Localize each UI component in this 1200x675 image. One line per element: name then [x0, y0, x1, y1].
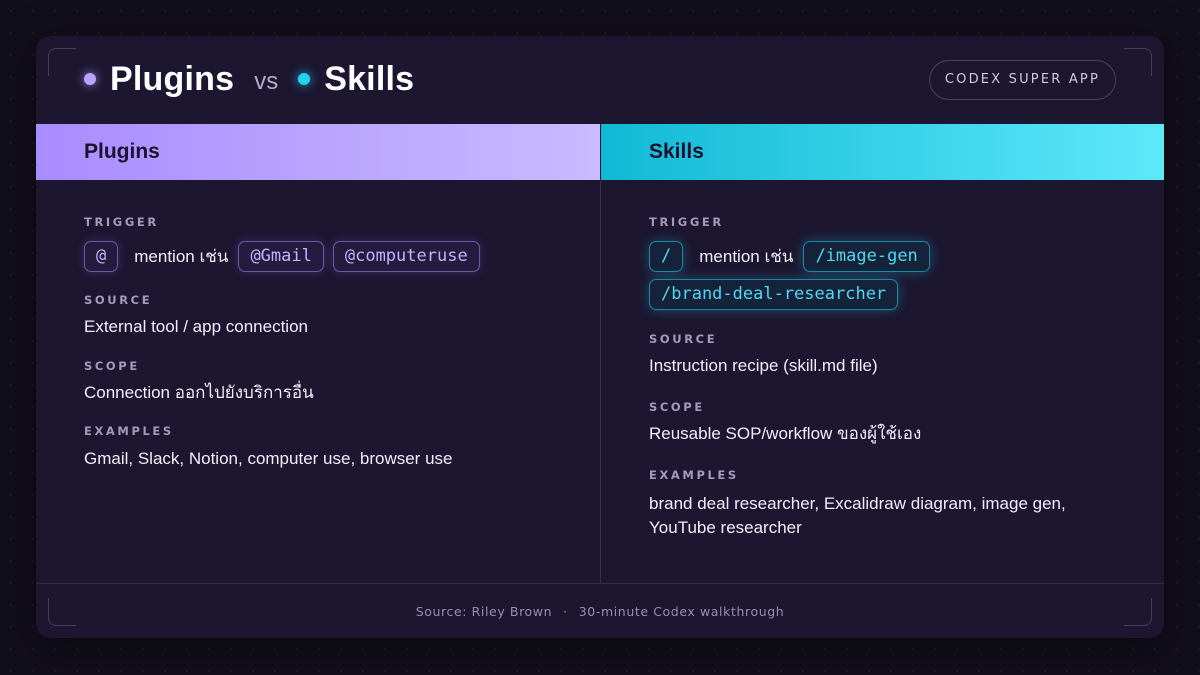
plugins-example-chip-gmail: @Gmail — [238, 241, 324, 272]
skills-dot-icon — [298, 73, 311, 85]
skills-column: TRIGGER / mention เช่น /image-gen /brand… — [649, 180, 1129, 540]
skills-trigger-label: TRIGGER — [649, 215, 724, 229]
codex-super-app-badge: CODEX SUPER APP — [928, 60, 1116, 100]
skills-trigger-text: mention เช่น — [699, 247, 794, 266]
plugins-trigger-text: mention เช่น — [134, 247, 229, 266]
skills-example-chip-brand-deal-researcher: /brand-deal-researcher — [649, 279, 899, 310]
plugins-column: TRIGGER @ mention เช่น @Gmail @computeru… — [84, 180, 584, 471]
skills-scope-label: SCOPE — [649, 400, 705, 414]
plugins-examples-value: Gmail, Slack, Notion, computer use, brow… — [84, 449, 453, 468]
skills-trigger-row: / mention เช่น /image-gen /brand-deal-re… — [649, 241, 979, 310]
comparison-card: Plugins vs Skills CODEX SUPER APP Plugin… — [36, 36, 1164, 638]
skills-examples-value: brand deal researcher, Excalidraw diagra… — [649, 494, 1066, 537]
plugins-examples-label: EXAMPLES — [84, 424, 174, 438]
plugins-column-header: Plugins — [36, 124, 600, 180]
plugins-trigger-symbol-chip: @ — [84, 241, 119, 272]
skills-column-header: Skills — [601, 124, 1164, 180]
plugins-source-label: SOURCE — [84, 293, 153, 307]
skills-example-chip-image-gen: /image-gen — [803, 241, 930, 272]
plugins-scope-label: SCOPE — [84, 359, 140, 373]
plugins-trigger-label: TRIGGER — [84, 215, 159, 229]
skills-examples-label: EXAMPLES — [649, 468, 739, 482]
plugins-heading: Plugins — [84, 140, 160, 163]
page-title: Plugins vs Skills — [84, 56, 414, 102]
footer-credit: Source: Riley Brown · 30-minute Codex wa… — [36, 584, 1164, 638]
skills-source-label: SOURCE — [649, 332, 718, 346]
footer-detail: 30-minute Codex walkthrough — [578, 603, 785, 619]
plugins-trigger-row: @ mention เช่น @Gmail @computeruse — [84, 241, 584, 272]
card-header: Plugins vs Skills CODEX SUPER APP — [36, 36, 1164, 124]
column-divider — [600, 180, 601, 583]
title-skills: Skills — [324, 59, 415, 98]
plugins-source-value: External tool / app connection — [84, 317, 308, 336]
plugins-dot-icon — [84, 73, 96, 85]
plugins-example-chip-computeruse: @computeruse — [332, 241, 480, 272]
title-plugins: Plugins — [110, 59, 235, 98]
skills-source-value: Instruction recipe (skill.md file) — [649, 356, 878, 375]
footer-separator: · — [563, 603, 568, 619]
footer-source: Source: Riley Brown — [415, 603, 553, 619]
plugins-scope-value: Connection ออกไปยังบริการอื่น — [84, 383, 314, 402]
skills-heading: Skills — [649, 140, 704, 163]
skills-trigger-symbol-chip: / — [649, 241, 684, 272]
skills-scope-value: Reusable SOP/workflow ของผู้ใช้เอง — [649, 424, 922, 443]
title-vs: vs — [254, 68, 279, 95]
